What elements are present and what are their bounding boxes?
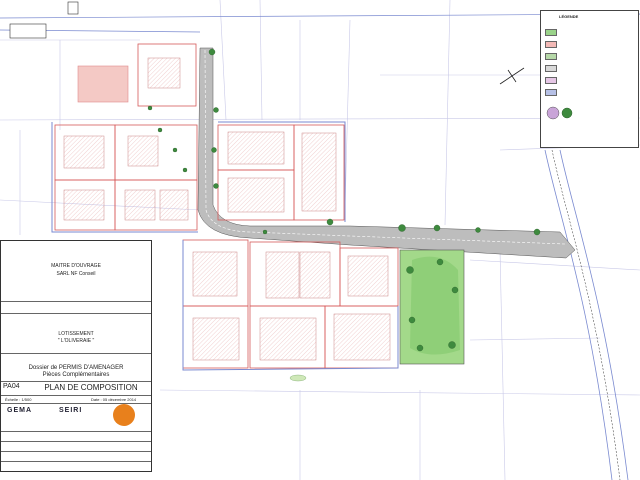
sheet-title: PLAN DE COMPOSITION xyxy=(44,383,138,392)
legend-swatch xyxy=(545,28,557,36)
legend-swatch xyxy=(545,88,557,96)
neighbor-parcel xyxy=(77,65,129,103)
legend-swatch xyxy=(545,76,557,84)
legend-item xyxy=(545,76,561,84)
legend-swatch xyxy=(545,64,557,72)
legend-item xyxy=(545,40,561,48)
site-plan-sheet: { "title_block": { "owner_heading": "MAI… xyxy=(0,0,640,480)
logo-gema: GEMA xyxy=(7,407,32,414)
legend-item xyxy=(545,52,561,60)
title-block: MAITRE D'OUVRAGE SARL NF Conseil LOTISSE… xyxy=(0,240,152,472)
building-zones-north-center xyxy=(227,131,337,213)
legend-tree-symbol-icon xyxy=(546,106,573,120)
project-name: LOTISSEMENT xyxy=(58,331,94,337)
legend-panel: LÉGENDE xyxy=(540,10,639,148)
legend-item xyxy=(545,64,561,72)
boundary-road-right xyxy=(544,149,629,480)
date: Date : 05 décembre 2014 xyxy=(91,397,137,402)
legend-item xyxy=(545,88,561,96)
scale: Échelle : 1/500 xyxy=(5,397,32,402)
legend-swatch xyxy=(545,40,557,48)
owner-name: SARL NF Conseil xyxy=(56,271,96,277)
owner-heading: MAITRE D'OUVRAGE xyxy=(51,263,101,269)
north-arrow-icon xyxy=(499,67,525,85)
legend-title: LÉGENDE xyxy=(559,14,579,19)
company-logo-icon xyxy=(113,404,135,426)
legend-swatch xyxy=(545,52,557,60)
legend-item xyxy=(545,28,561,36)
dossier-title: Dossier de PERMIS D'AMENAGER xyxy=(28,365,124,371)
logo-seiri: SEIRI xyxy=(59,407,83,414)
project-subname: " L'OLIVERAIE " xyxy=(57,338,95,344)
sheet-code: PA04 xyxy=(3,383,20,390)
dossier-subtitle: Pièces Complémentaires xyxy=(42,372,110,378)
